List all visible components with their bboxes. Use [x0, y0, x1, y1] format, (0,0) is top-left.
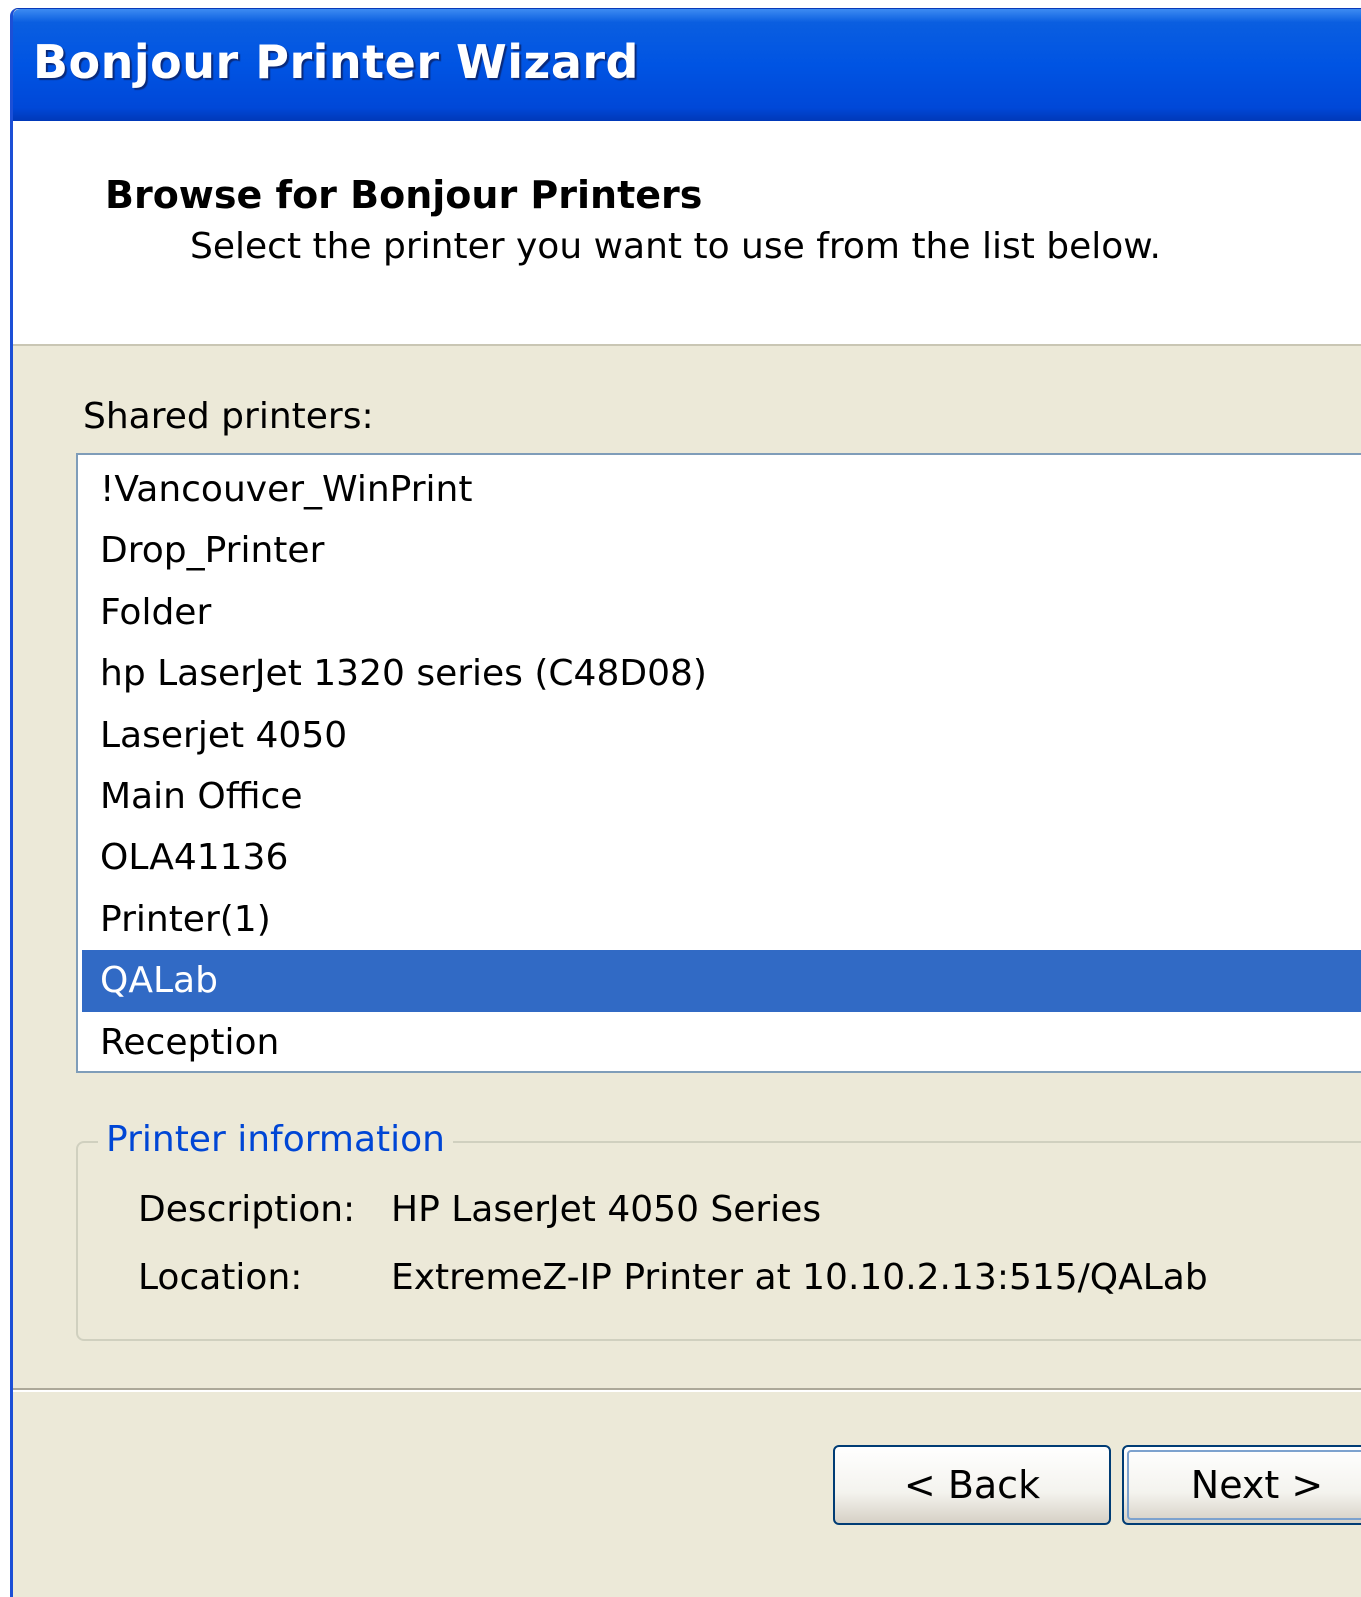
printer-item-vancouver-winprint[interactable]: !Vancouver_WinPrint: [82, 459, 1361, 520]
printer-item-ola41136[interactable]: OLA41136: [82, 827, 1361, 888]
wizard-window: Bonjour Printer Wizard Browse for Bonjou…: [10, 8, 1361, 1597]
printer-information-legend: Printer information: [98, 1119, 453, 1160]
printer-item-reception[interactable]: Reception: [82, 1012, 1361, 1073]
printer-item-laserjet-4050[interactable]: Laserjet 4050: [82, 705, 1361, 766]
wizard-content: Shared printers: !Vancouver_WinPrint Dro…: [13, 346, 1361, 1388]
page-subtitle: Select the printer you want to use from …: [190, 226, 1161, 267]
window-title: Bonjour Printer Wizard: [33, 35, 639, 89]
printer-information-group: Printer information Description: HP Lase…: [76, 1119, 1361, 1341]
description-value: HP LaserJet 4050 Series: [391, 1189, 822, 1230]
next-button[interactable]: Next >: [1122, 1445, 1361, 1525]
printer-item-printer-1[interactable]: Printer(1): [82, 889, 1361, 950]
back-button[interactable]: < Back: [833, 1445, 1111, 1525]
description-label: Description:: [138, 1189, 356, 1230]
printer-item-hp-laserjet-1320[interactable]: hp LaserJet 1320 series (C48D08): [82, 643, 1361, 704]
footer-separator: [13, 1388, 1361, 1392]
page-title: Browse for Bonjour Printers: [105, 173, 703, 217]
location-value: ExtremeZ-IP Printer at 10.10.2.13:515/QA…: [391, 1257, 1208, 1298]
location-label: Location:: [138, 1257, 303, 1298]
title-bar[interactable]: Bonjour Printer Wizard: [13, 9, 1361, 121]
printer-list[interactable]: !Vancouver_WinPrint Drop_Printer Folder …: [76, 453, 1361, 1073]
wizard-header: Browse for Bonjour Printers Select the p…: [13, 121, 1361, 346]
printer-item-main-office[interactable]: Main Office: [82, 766, 1361, 827]
printer-item-qalab[interactable]: QALab: [82, 950, 1361, 1012]
printer-item-drop-printer[interactable]: Drop_Printer: [82, 520, 1361, 581]
printer-item-folder[interactable]: Folder: [82, 582, 1361, 643]
shared-printers-label: Shared printers:: [83, 396, 374, 437]
